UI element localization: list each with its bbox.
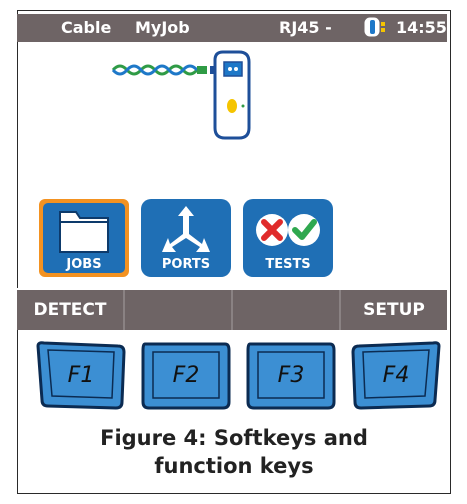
figure-caption: Figure 4: Softkeys and function keys bbox=[17, 424, 451, 480]
softkey-setup[interactable]: SETUP bbox=[341, 290, 447, 330]
tests-app-button[interactable]: TESTS bbox=[242, 198, 334, 278]
function-keys: F1 F2 F3 F4 bbox=[34, 340, 444, 412]
f2-key[interactable]: F2 bbox=[139, 340, 233, 410]
softkey-2[interactable] bbox=[125, 290, 233, 330]
job-name[interactable]: MyJob bbox=[135, 18, 190, 37]
clock: 14:55 bbox=[396, 18, 447, 37]
status-bar: Cable MyJob RJ45 - 14:55 bbox=[17, 14, 447, 42]
ports-label: PORTS bbox=[161, 257, 211, 272]
connector-type[interactable]: RJ45 - bbox=[279, 18, 332, 37]
caption-line-1: Figure 4: Softkeys and bbox=[100, 426, 368, 450]
ports-app-button[interactable]: PORTS bbox=[140, 198, 232, 278]
caption-line-2: function keys bbox=[154, 454, 314, 478]
cable-menu[interactable]: Cable bbox=[61, 18, 111, 37]
f1-key[interactable]: F1 bbox=[34, 340, 128, 410]
softkey-detect[interactable]: DETECT bbox=[17, 290, 125, 330]
jobs-app-button[interactable]: JOBS bbox=[38, 198, 130, 278]
softkey-3[interactable] bbox=[233, 290, 341, 330]
battery-icon bbox=[364, 17, 385, 37]
f3-key[interactable]: F3 bbox=[244, 340, 338, 410]
f4-key[interactable]: F4 bbox=[349, 340, 443, 410]
tests-label: TESTS bbox=[265, 257, 311, 272]
cable-icon bbox=[111, 64, 207, 76]
jobs-label: JOBS bbox=[66, 257, 102, 272]
softkey-bar: DETECT SETUP bbox=[17, 288, 447, 330]
tester-device-icon bbox=[210, 50, 251, 140]
